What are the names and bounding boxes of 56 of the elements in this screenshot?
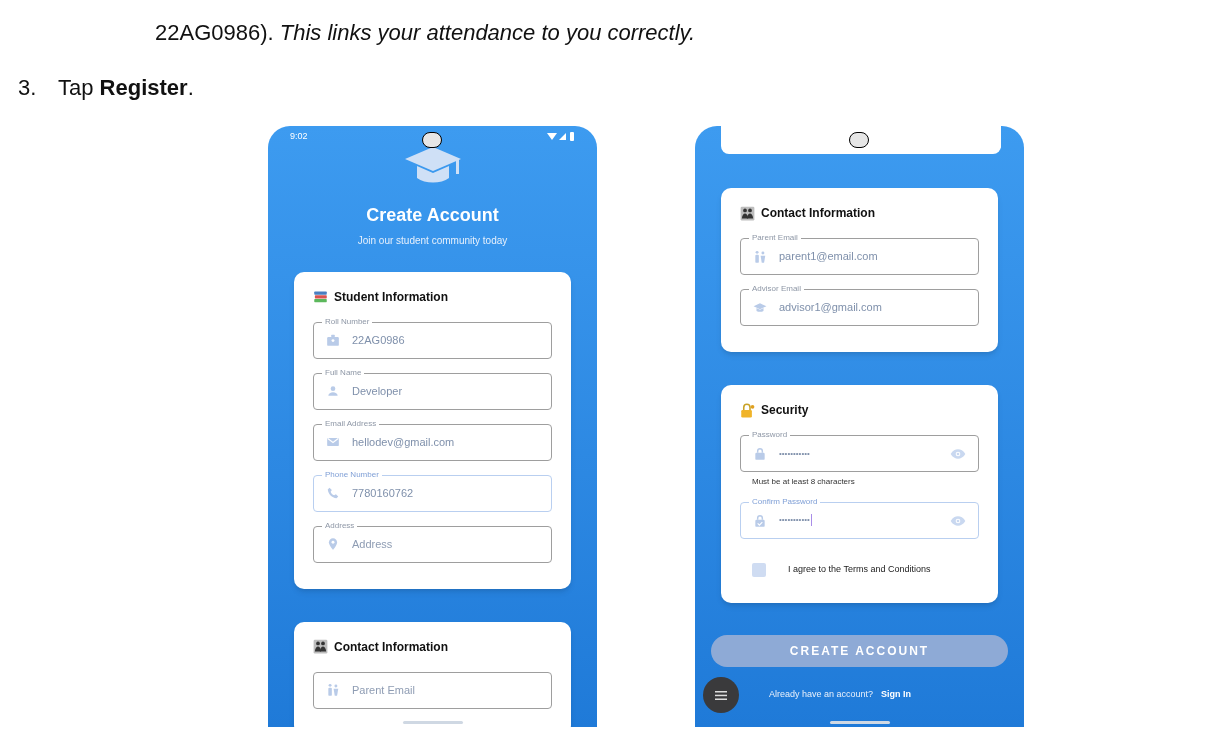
books-icon: [313, 289, 328, 304]
status-icons: [547, 132, 575, 142]
family-icon: [313, 639, 328, 654]
status-time: 9:02: [290, 130, 308, 143]
field-label: Password: [749, 430, 791, 440]
field-label: Confirm Password: [749, 497, 821, 507]
field-value: advisor1@gmail.com: [779, 300, 883, 316]
instruction-text: Tap Register.: [58, 74, 194, 102]
field-label: Address: [322, 520, 358, 531]
field-value: hellodev@gmail.com: [352, 434, 456, 450]
home-indicator: [403, 721, 463, 724]
field-label: Full Name: [322, 367, 365, 378]
checkbox[interactable]: [752, 563, 766, 577]
screen-subtitle: Join our student community today: [357, 233, 508, 248]
phone-icon: [326, 486, 340, 500]
sign-in-prompt: Already have an account?: [769, 688, 874, 702]
field-placeholder: Parent Email: [352, 682, 416, 698]
family-icon: [326, 683, 340, 697]
field-placeholder: Address: [352, 536, 394, 552]
instruction-text: 22AG0986). This links your attendance to you correctly.: [154, 19, 697, 47]
card-title: Contact Information: [334, 638, 448, 656]
field-label: Parent Email: [749, 233, 801, 243]
person-icon: [326, 384, 340, 398]
step-number: 3.: [18, 74, 38, 102]
field-value: parent1@email.com: [779, 249, 879, 265]
menu-icon: [715, 690, 727, 700]
camera-cutout: [422, 132, 442, 148]
family-icon: [740, 205, 755, 221]
field-value: 22AG0986: [352, 332, 406, 348]
text-field[interactable]: Parent Email: [313, 671, 552, 709]
field-value: Developer: [352, 383, 404, 399]
mail-icon: [326, 435, 340, 449]
card-title: Student Information: [334, 288, 448, 306]
eye-icon[interactable]: [950, 514, 966, 527]
sign-in-link[interactable]: Sign In: [881, 688, 912, 702]
field-value: •••••••••••: [779, 514, 813, 527]
id-badge-icon: [326, 333, 340, 347]
home-indicator: [830, 721, 890, 724]
field-label: Advisor Email: [749, 284, 804, 294]
lock-key-icon: [740, 402, 755, 418]
menu-button[interactable]: [703, 677, 739, 713]
screen-title: Create Account: [366, 203, 499, 227]
location-pin-icon: [326, 537, 340, 551]
field-label: Roll Number: [322, 316, 373, 327]
card-title: Contact Information: [761, 205, 875, 222]
field-value: •••••••••••: [779, 447, 811, 460]
card-title: Security: [761, 402, 809, 419]
helper-text: Must be at least 8 characters: [752, 476, 856, 488]
family-icon: [753, 249, 767, 264]
field-value: 7780160762: [352, 485, 415, 501]
field-label: Email Address: [322, 418, 380, 429]
field-label: Phone Number: [322, 469, 382, 480]
checkbox-label: I agree to the Terms and Conditions: [788, 563, 931, 577]
lock-check-icon: [753, 513, 767, 528]
eye-icon[interactable]: [950, 447, 966, 460]
lock-icon: [753, 446, 767, 461]
